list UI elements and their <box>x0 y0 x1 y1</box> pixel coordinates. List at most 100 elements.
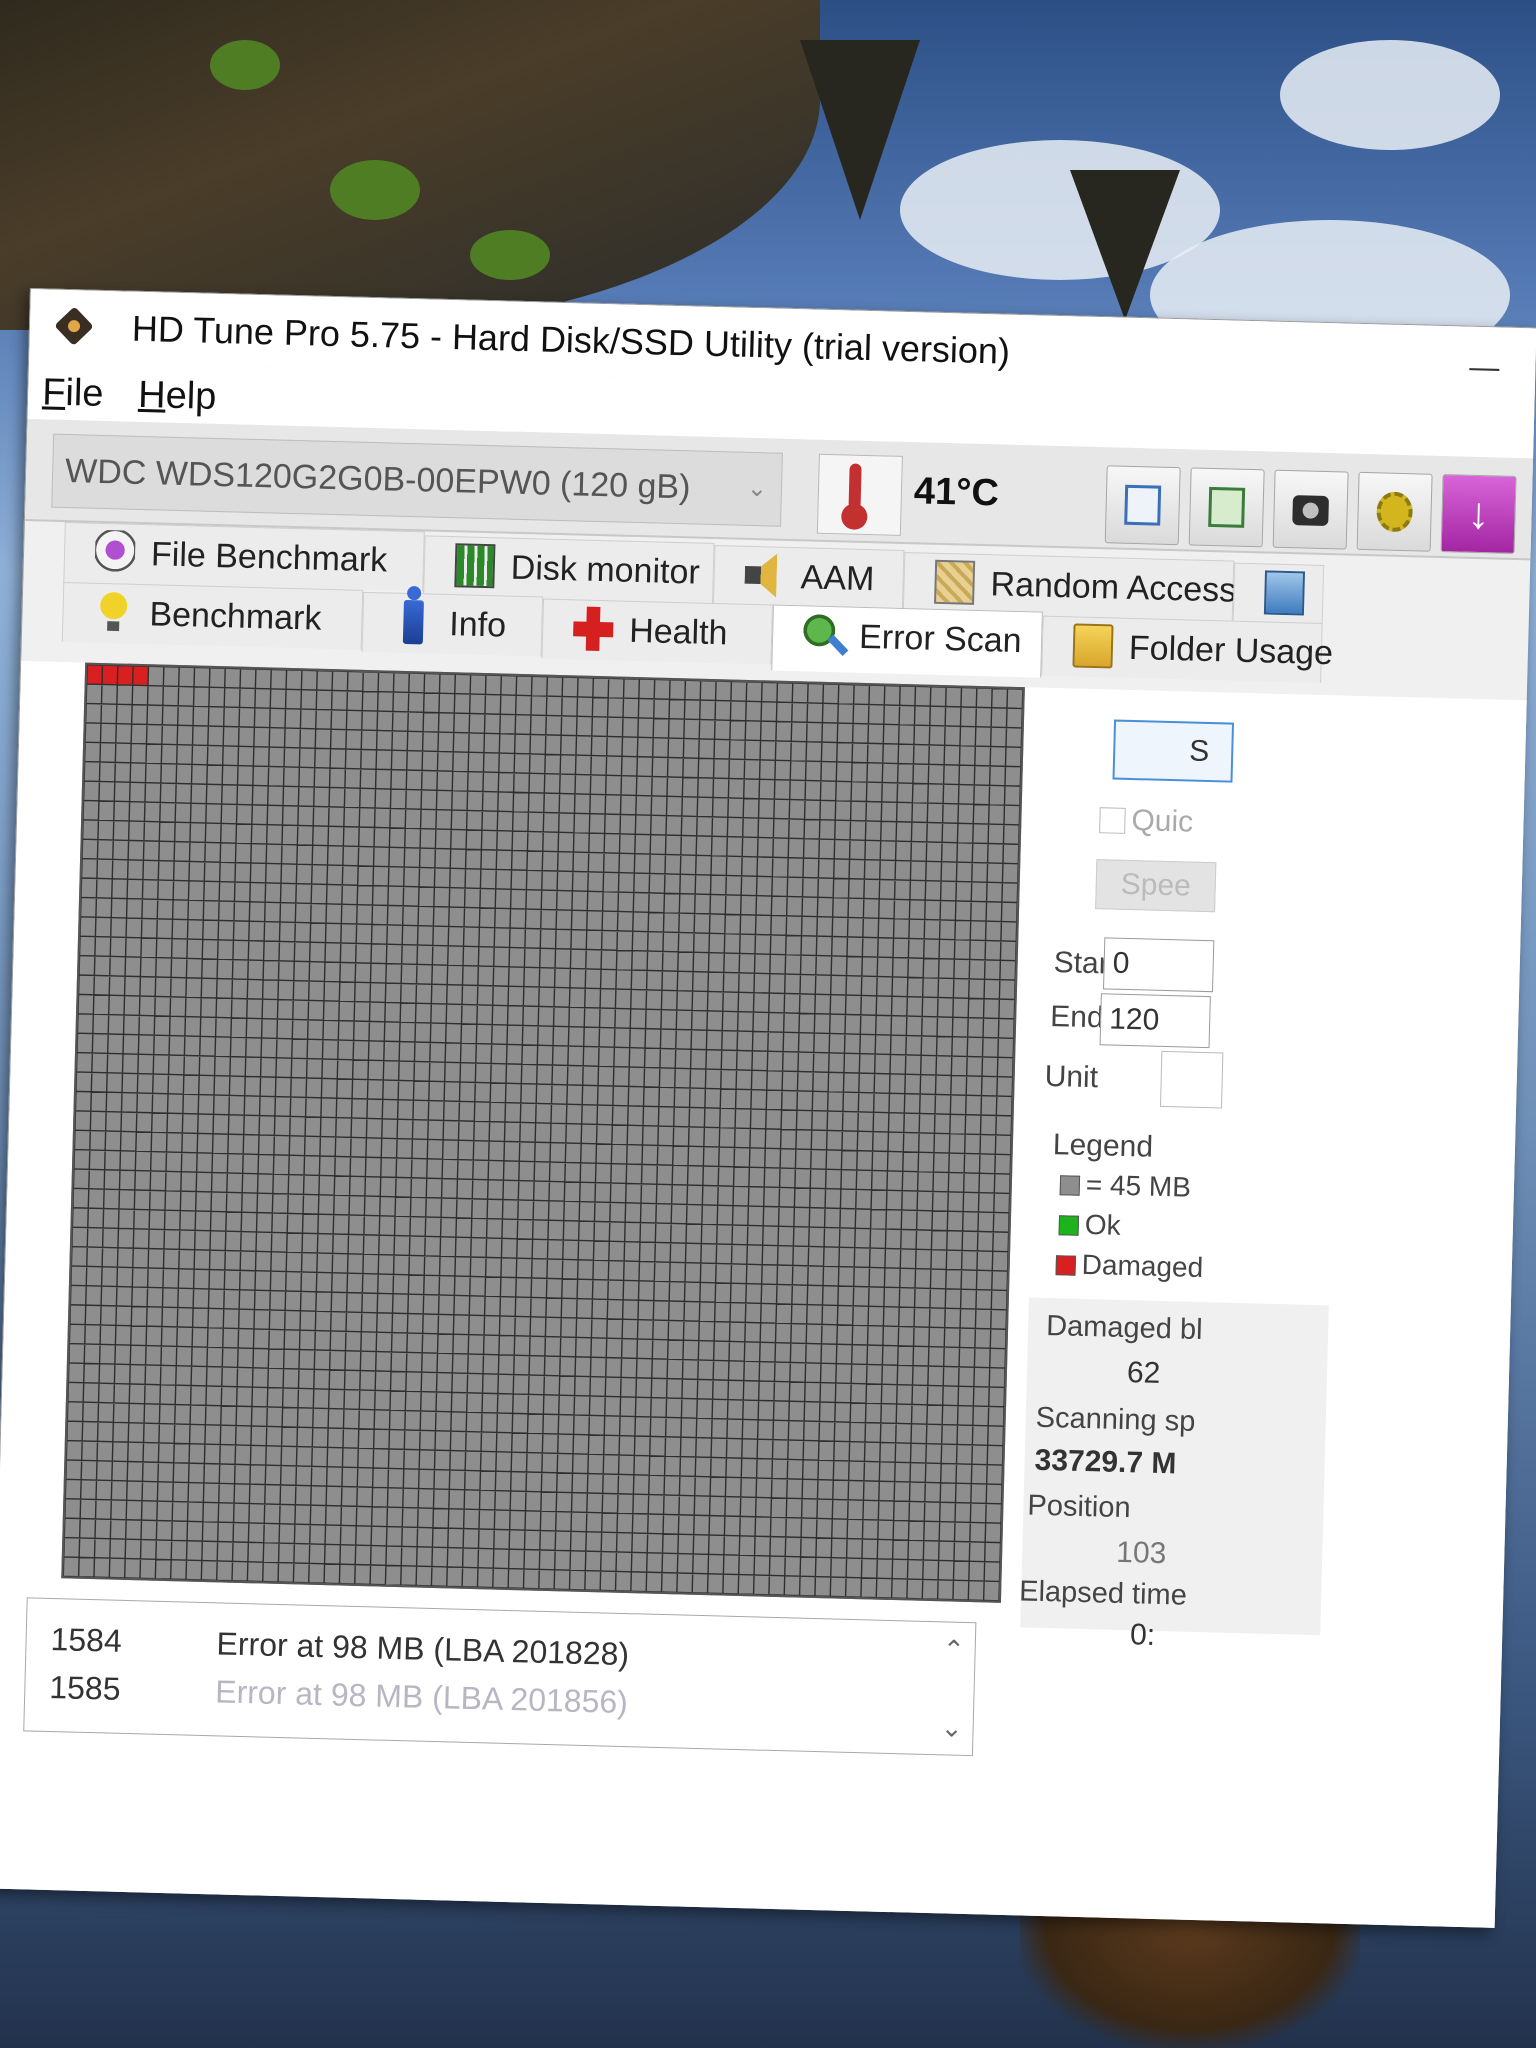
exit-arrow-icon: ↓ <box>1466 488 1491 539</box>
damaged-blocks-label: Damaged bl <box>1045 1309 1203 1347</box>
block-map-grid <box>63 664 1023 1601</box>
copy-all-icon <box>1208 486 1246 528</box>
tab-error-scan[interactable]: Error Scan <box>771 604 1043 678</box>
position-label: Position <box>1027 1489 1132 1525</box>
tab-extra-tests[interactable] <box>1232 562 1325 625</box>
legend-text: Damaged <box>1081 1248 1204 1284</box>
scanning-speed-label: Scanning sp <box>1035 1401 1196 1438</box>
castle-scenery <box>0 0 820 330</box>
tab-label: Disk monitor <box>510 548 701 592</box>
copy-all-button[interactable] <box>1188 467 1265 548</box>
menu-file[interactable]: File <box>42 371 104 416</box>
quick-scan-label: Quic <box>1131 804 1194 839</box>
temperature-box <box>816 453 903 536</box>
tab-info[interactable]: Info <box>361 591 544 657</box>
drive-name: WDC WDS120G2G0B-00EPW0 (120 gB) <box>64 451 691 507</box>
legend-damaged: Damaged <box>1055 1248 1204 1284</box>
tab-label: AAM <box>800 558 875 599</box>
tab-benchmark[interactable]: Benchmark <box>61 581 364 650</box>
exit-button[interactable]: ↓ <box>1440 474 1517 554</box>
floating-rock <box>800 40 920 220</box>
tab-label: Folder Usage <box>1128 628 1334 673</box>
scan-statistics: Damaged bl 62 Scanning sp 33729.7 M Posi… <box>1018 1297 1329 1652</box>
legend-label: Legend <box>1052 1128 1154 1164</box>
temperature-readout: 41°C <box>913 470 1000 515</box>
tab-label: Health <box>628 611 728 653</box>
bar-chart-icon <box>454 543 496 589</box>
app-icon <box>54 306 94 346</box>
scan-options-panel: S Quic Spee Start 0 End 120 Unit Legend … <box>999 687 1527 1928</box>
damaged-block <box>132 665 149 686</box>
tab-aam[interactable]: AAM <box>712 545 905 610</box>
quick-scan-checkbox[interactable] <box>1099 807 1126 834</box>
options-button[interactable] <box>1356 471 1433 552</box>
tree-foliage <box>470 230 550 280</box>
unit-label: Unit <box>1044 1059 1099 1095</box>
legend-swatch-ok <box>1058 1215 1080 1236</box>
speaker-icon <box>744 553 785 598</box>
tab-label: Random Access <box>990 565 1237 610</box>
end-label: End <box>1049 999 1105 1035</box>
random-access-icon <box>934 559 976 605</box>
tab-label: Error Scan <box>858 617 1023 661</box>
start-input[interactable]: 0 <box>1103 937 1215 993</box>
magnifier-icon <box>802 612 844 658</box>
block-map-background <box>63 664 1023 1601</box>
camera-icon <box>1292 495 1329 527</box>
chevron-down-icon: ⌄ <box>746 474 768 503</box>
bulb-icon <box>92 589 135 635</box>
legend-ok: Ok <box>1058 1208 1121 1242</box>
unit-select[interactable] <box>1159 1050 1224 1109</box>
folder-icon <box>1072 623 1114 669</box>
extra-tests-icon <box>1263 570 1306 616</box>
tab-label: Info <box>448 605 507 645</box>
elapsed-time-value: 0: <box>1129 1618 1156 1652</box>
tab-folder-usage[interactable]: Folder Usage <box>1041 615 1333 683</box>
damaged-blocks-value: 62 <box>1126 1356 1161 1390</box>
tab-file-benchmark[interactable]: File Benchmark <box>63 521 425 592</box>
cloud <box>1280 40 1500 150</box>
scroll-down-icon[interactable]: ⌄ <box>940 1712 963 1744</box>
elapsed-time-label: Elapsed time <box>1018 1575 1188 1612</box>
tab-label: Benchmark <box>149 595 322 638</box>
scanning-speed-value: 33729.7 M <box>1034 1443 1177 1481</box>
tab-health[interactable]: Health <box>541 598 773 665</box>
damaged-block <box>86 664 103 685</box>
speed-button[interactable]: Spee <box>1095 859 1217 913</box>
gear-icon <box>1376 491 1414 533</box>
app-window: HD Tune Pro 5.75 - Hard Disk/SSD Utility… <box>0 288 1536 1928</box>
thermometer-icon <box>848 463 862 510</box>
end-input[interactable]: 120 <box>1099 993 1211 1049</box>
stopwatch-icon <box>94 529 136 575</box>
error-scan-panel: 1584 Error at 98 MB (LBA 201828) 1585 Er… <box>0 660 1527 1928</box>
screenshot-button[interactable] <box>1272 469 1349 550</box>
tab-disk-monitor[interactable]: Disk monitor <box>423 535 715 603</box>
legend-swatch-block <box>1059 1175 1081 1196</box>
tab-label: File Benchmark <box>150 535 388 580</box>
log-row: 1585 Error at 98 MB (LBA 201856) <box>25 1668 628 1720</box>
legend-swatch-damaged <box>1055 1255 1077 1276</box>
copy-info-button[interactable] <box>1104 465 1181 546</box>
info-icon <box>402 599 424 645</box>
legend-text: Ok <box>1084 1208 1122 1241</box>
block-map <box>61 662 1025 1603</box>
tree-foliage <box>330 160 420 220</box>
window-title: HD Tune Pro 5.75 - Hard Disk/SSD Utility… <box>131 307 1011 372</box>
log-entry-number: 1585 <box>48 1668 122 1707</box>
legend-block-size: = 45 MB <box>1059 1168 1191 1203</box>
log-row: 1584 Error at 98 MB (LBA 201828) <box>26 1620 629 1672</box>
damaged-block <box>117 665 134 686</box>
start-scan-button[interactable]: S <box>1112 719 1235 783</box>
drive-select[interactable]: WDC WDS120G2G0B-00EPW0 (120 gB) ⌄ <box>51 433 783 527</box>
error-log[interactable]: 1584 Error at 98 MB (LBA 201828) 1585 Er… <box>23 1597 977 1757</box>
health-cross-icon <box>572 606 614 652</box>
legend-text: = 45 MB <box>1085 1168 1192 1203</box>
menu-help[interactable]: Help <box>138 374 217 419</box>
damaged-block <box>101 665 118 685</box>
tree-foliage <box>210 40 280 90</box>
minimize-button[interactable]: — <box>1469 351 1500 385</box>
scroll-up-icon[interactable]: ⌃ <box>942 1634 965 1666</box>
log-entry-message: Error at 98 MB (LBA 201856) <box>214 1673 629 1721</box>
log-entry-message: Error at 98 MB (LBA 201828) <box>216 1625 630 1673</box>
log-entry-number: 1584 <box>50 1621 123 1659</box>
